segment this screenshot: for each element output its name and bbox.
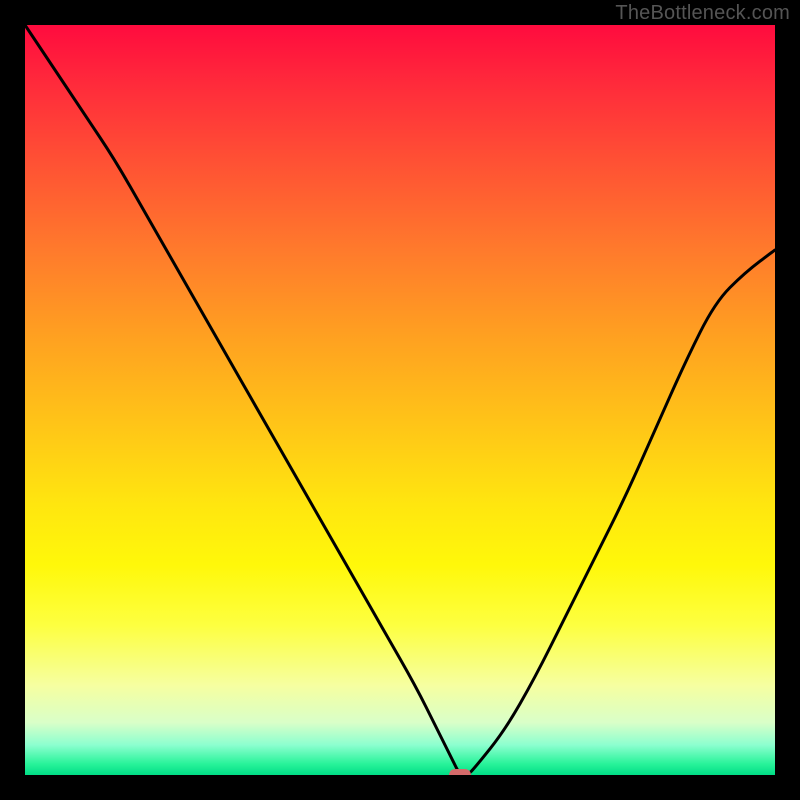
bottleneck-curve [25, 25, 775, 775]
minimum-marker [449, 769, 472, 775]
watermark-text: TheBottleneck.com [615, 2, 790, 25]
curve-path [25, 25, 775, 775]
chart-frame: TheBottleneck.com [0, 0, 800, 800]
plot-area [25, 25, 775, 775]
